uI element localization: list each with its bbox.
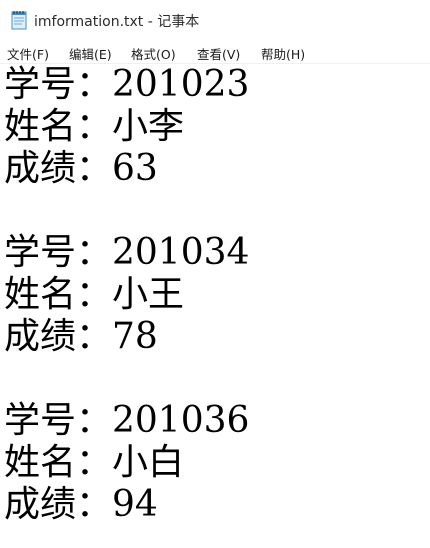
notepad-icon xyxy=(10,10,28,30)
text-line: 学号：201023 xyxy=(4,64,250,105)
menu-help[interactable]: 帮助(H) xyxy=(261,44,305,63)
menu-format[interactable]: 格式(O) xyxy=(131,44,176,63)
text-line: 学号：201036 xyxy=(4,400,250,441)
title-bar[interactable]: imformation.txt - 记事本 xyxy=(0,0,430,40)
text-line: 姓名：小李 xyxy=(4,106,185,147)
menu-file[interactable]: 文件(F) xyxy=(7,44,49,63)
text-line: 姓名：小白 xyxy=(4,442,185,483)
menu-edit[interactable]: 编辑(E) xyxy=(69,44,112,63)
text-editor-area[interactable]: 学号：201023 姓名：小李 成绩：63 学号：201034 姓名：小王 成绩… xyxy=(0,64,430,548)
text-line: 成绩：63 xyxy=(4,148,158,189)
text-line: 姓名：小王 xyxy=(4,274,185,315)
window-title: imformation.txt - 记事本 xyxy=(34,14,200,30)
text-line: 学号：201034 xyxy=(4,232,250,273)
text-line: 成绩：78 xyxy=(4,316,158,357)
menu-view[interactable]: 查看(V) xyxy=(197,44,240,63)
text-line: 成绩：94 xyxy=(4,484,158,525)
notepad-window: imformation.txt - 记事本 文件(F) 编辑(E) 格式(O) … xyxy=(0,0,430,548)
menu-bar: 文件(F) 编辑(E) 格式(O) 查看(V) 帮助(H) xyxy=(0,40,430,64)
